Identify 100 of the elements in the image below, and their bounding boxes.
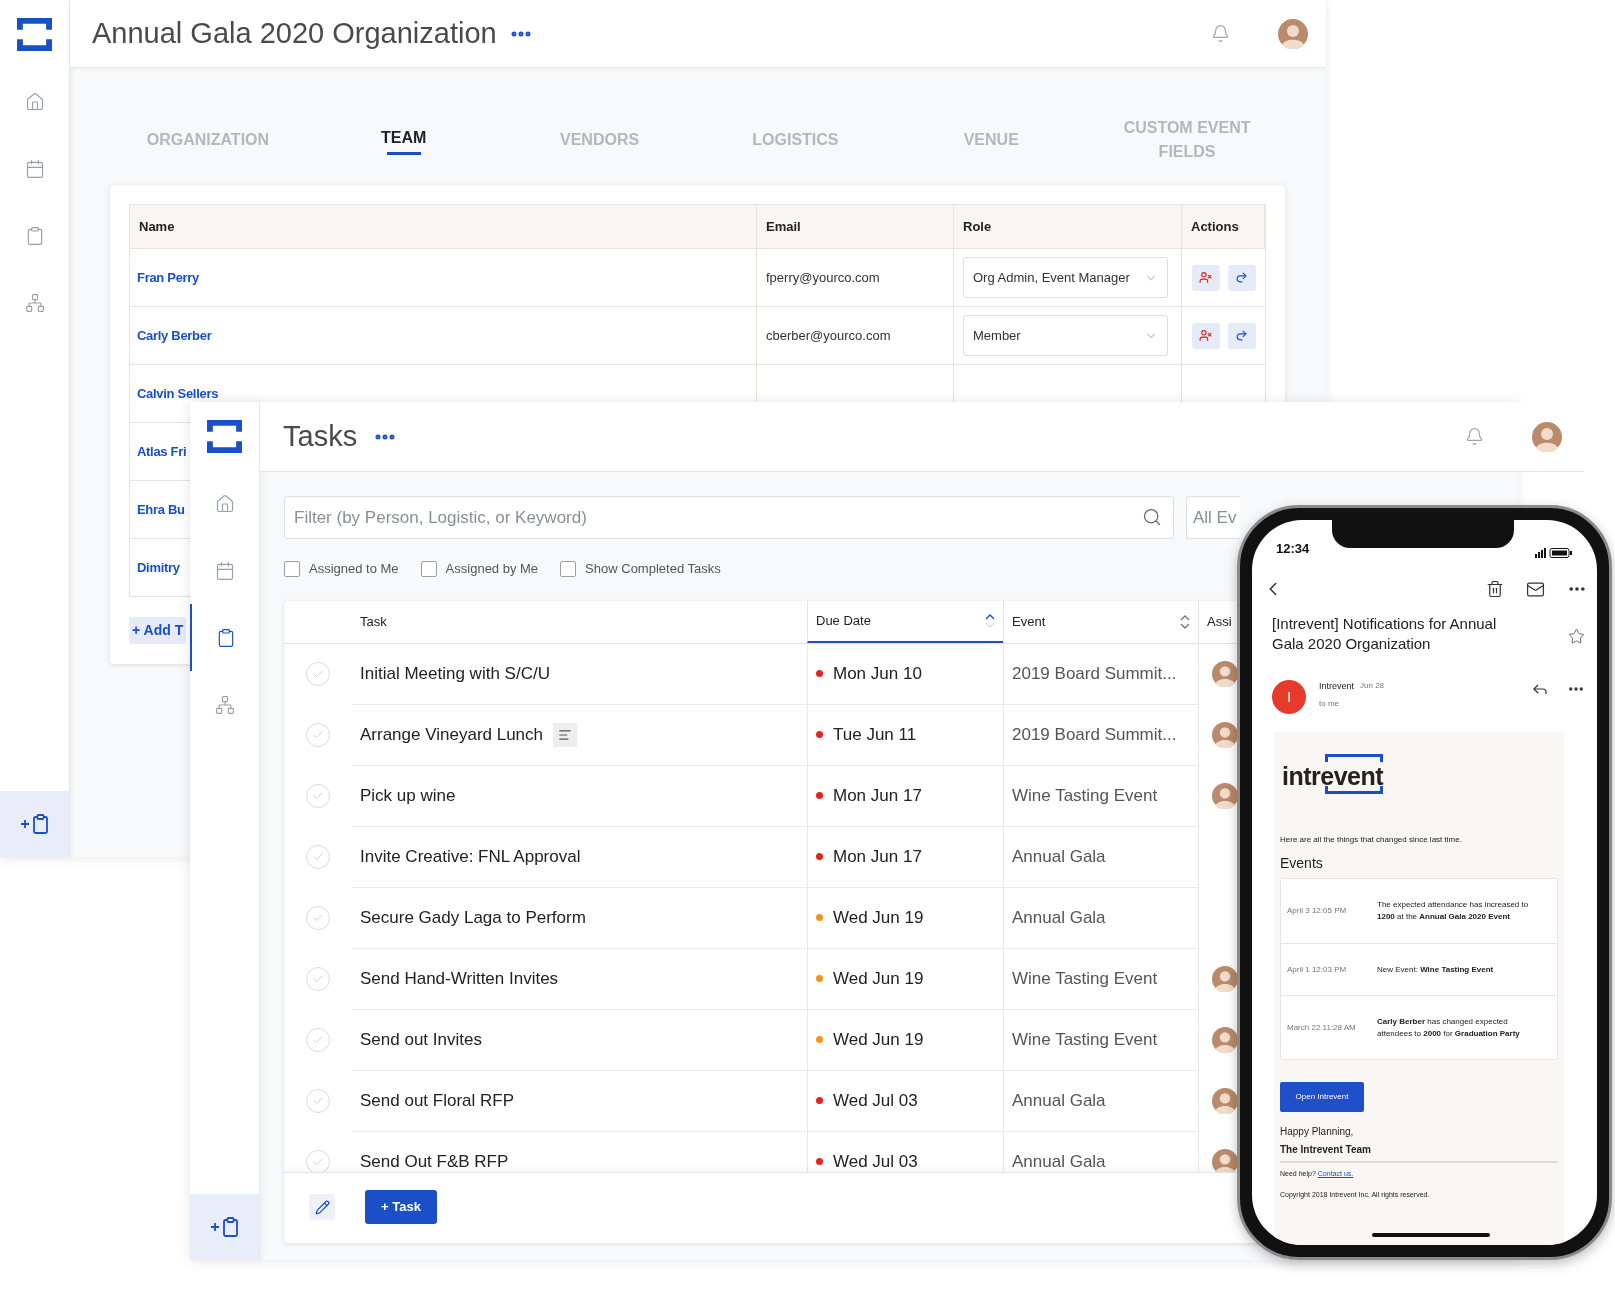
tab[interactable]: TEAM	[328, 110, 479, 170]
star-icon[interactable]	[1568, 628, 1585, 645]
event-description: New Event: Wine Tasting Event	[1377, 963, 1495, 976]
column-header: Name	[130, 205, 757, 248]
checkbox-label: Assigned to Me	[309, 560, 399, 578]
event-name: 2019 Board Summit...	[1012, 662, 1177, 685]
check-icon[interactable]	[312, 1156, 324, 1168]
recipient-dropdown[interactable]: to me	[1319, 697, 1385, 710]
home-icon[interactable]	[214, 493, 235, 514]
add-task-button[interactable]: + Task	[365, 1190, 437, 1224]
home-icon[interactable]	[24, 91, 45, 112]
note-icon[interactable]	[553, 722, 578, 747]
delete-icon[interactable]	[1486, 580, 1504, 598]
column-header: Task	[359, 612, 388, 631]
check-icon[interactable]	[312, 729, 324, 741]
calendar-icon[interactable]	[214, 560, 235, 581]
remove-user-icon[interactable]	[1199, 271, 1212, 284]
signal-battery-icon	[1535, 548, 1573, 558]
column-header[interactable]: Due Date	[807, 600, 1003, 643]
event-name: Wine Tasting Event	[1012, 784, 1158, 807]
event-name: Annual Gala	[1012, 1089, 1106, 1112]
intro-text: Here are all the things that changed since last time.	[1280, 834, 1463, 846]
task-name[interactable]: Pick up wine	[360, 782, 456, 809]
task-name[interactable]: Send Out F&B RFP	[360, 1148, 509, 1172]
checkbox[interactable]	[560, 560, 577, 577]
member-name-link[interactable]: Calvin Sellers	[137, 383, 219, 404]
task-name[interactable]: Send Hand-Written Invites	[360, 965, 559, 992]
checkbox-label: Show Completed Tasks	[585, 560, 721, 578]
sort-icon[interactable]	[1180, 613, 1190, 630]
task-name[interactable]: Invite Creative: FNL Approval	[360, 843, 581, 870]
check-icon[interactable]	[312, 973, 324, 985]
check-icon[interactable]	[312, 1034, 324, 1046]
email-cell-text: fperry@yourco.com	[766, 268, 880, 287]
remove-user-button[interactable]	[1191, 264, 1220, 291]
role-select[interactable]: Member	[963, 315, 1168, 356]
task-name[interactable]: Send out Invites	[360, 1026, 482, 1053]
due-date: Wed Jun 19	[833, 967, 924, 990]
remove-user-icon[interactable]	[1199, 329, 1212, 342]
due-date: Wed Jun 19	[833, 906, 924, 929]
share-button[interactable]	[1227, 264, 1256, 291]
member-name-link[interactable]: Fran Perry	[137, 267, 200, 288]
window-title: Annual Gala 2020 Organization	[92, 15, 497, 51]
notification-bell-icon[interactable]	[1211, 24, 1230, 43]
logo-icon	[17, 17, 52, 51]
team-signature: The Intrevent Team	[1280, 1143, 1372, 1157]
event-name: Annual Gala	[1012, 845, 1106, 868]
task-name[interactable]: Initial Meeting with S/C/U	[360, 660, 550, 687]
check-icon[interactable]	[312, 1095, 324, 1107]
column-header: Role	[954, 205, 1182, 248]
filter-field[interactable]: Filter (by Person, Logistic, or Keyword)	[284, 496, 1174, 539]
sidebar-action[interactable]	[0, 791, 69, 857]
check-icon[interactable]	[312, 912, 324, 924]
sitemap-icon[interactable]	[214, 694, 235, 715]
add-task-icon[interactable]	[19, 814, 50, 834]
note-lines-icon[interactable]	[558, 727, 573, 742]
add-team-member-button[interactable]: + Add T	[129, 617, 187, 644]
event-time: March 22 11:28 AM	[1287, 1021, 1357, 1034]
signoff-text: Happy Planning,	[1280, 1125, 1355, 1139]
share-icon[interactable]	[1235, 271, 1248, 284]
task-name[interactable]: Send out Floral RFP	[360, 1087, 514, 1114]
share-button[interactable]	[1227, 322, 1256, 349]
event-description: The expected attendance has increased to 1200 at the Annual Gala 2020 Event	[1377, 899, 1530, 923]
due-date: Tue Jun 11	[833, 723, 917, 746]
member-name-link[interactable]: Atlas Fri	[137, 441, 187, 462]
event-time: April 3 12:05 PM	[1287, 905, 1348, 917]
open-intrevent-button[interactable]: Open Intrevent	[1280, 1082, 1364, 1112]
notification-bell-icon[interactable]	[1465, 427, 1484, 446]
checkbox[interactable]	[284, 560, 300, 577]
email-cell-text: cberber@yourco.com	[766, 326, 891, 345]
check-icon[interactable]	[312, 851, 324, 863]
member-name-link[interactable]: Carly Berber	[137, 325, 212, 346]
avatar	[1532, 421, 1562, 452]
task-name[interactable]: Secure Gady Laga to Perform	[360, 904, 586, 931]
status-time: 12:34	[1276, 539, 1310, 558]
member-name-link[interactable]: Ehra Bu	[137, 499, 185, 520]
due-date: Wed Jun 19	[833, 1028, 924, 1051]
sort-icon[interactable]	[985, 612, 995, 629]
edit-button[interactable]	[309, 1194, 335, 1220]
column-header: Actions	[1182, 205, 1265, 248]
add-task-icon[interactable]	[209, 1217, 240, 1237]
event-name: Annual Gala	[1012, 1150, 1106, 1172]
calendar-icon[interactable]	[24, 158, 45, 179]
sitemap-icon[interactable]	[24, 292, 45, 313]
due-date: Mon Jun 17	[833, 845, 922, 868]
intrevent-logo: intrevent	[1282, 754, 1398, 800]
checkbox[interactable]	[420, 560, 437, 577]
share-icon[interactable]	[1235, 329, 1248, 342]
task-name[interactable]: Arrange Vineyard Lunch	[360, 721, 544, 748]
column-header[interactable]: Event	[1003, 600, 1198, 643]
sidebar-action[interactable]	[190, 1194, 259, 1260]
role-select[interactable]: Org Admin, Event Manager	[963, 257, 1168, 298]
check-icon[interactable]	[312, 668, 324, 680]
check-icon[interactable]	[312, 790, 324, 802]
pencil-icon[interactable]	[314, 1199, 330, 1215]
event-name: Wine Tasting Event	[1012, 967, 1158, 990]
remove-user-button[interactable]	[1191, 322, 1220, 349]
search-icon[interactable]	[1142, 507, 1162, 527]
due-date: Mon Jun 17	[833, 784, 922, 807]
due-date: Wed Jul 03	[833, 1150, 918, 1172]
member-name-link[interactable]: Dimitry	[137, 557, 180, 578]
